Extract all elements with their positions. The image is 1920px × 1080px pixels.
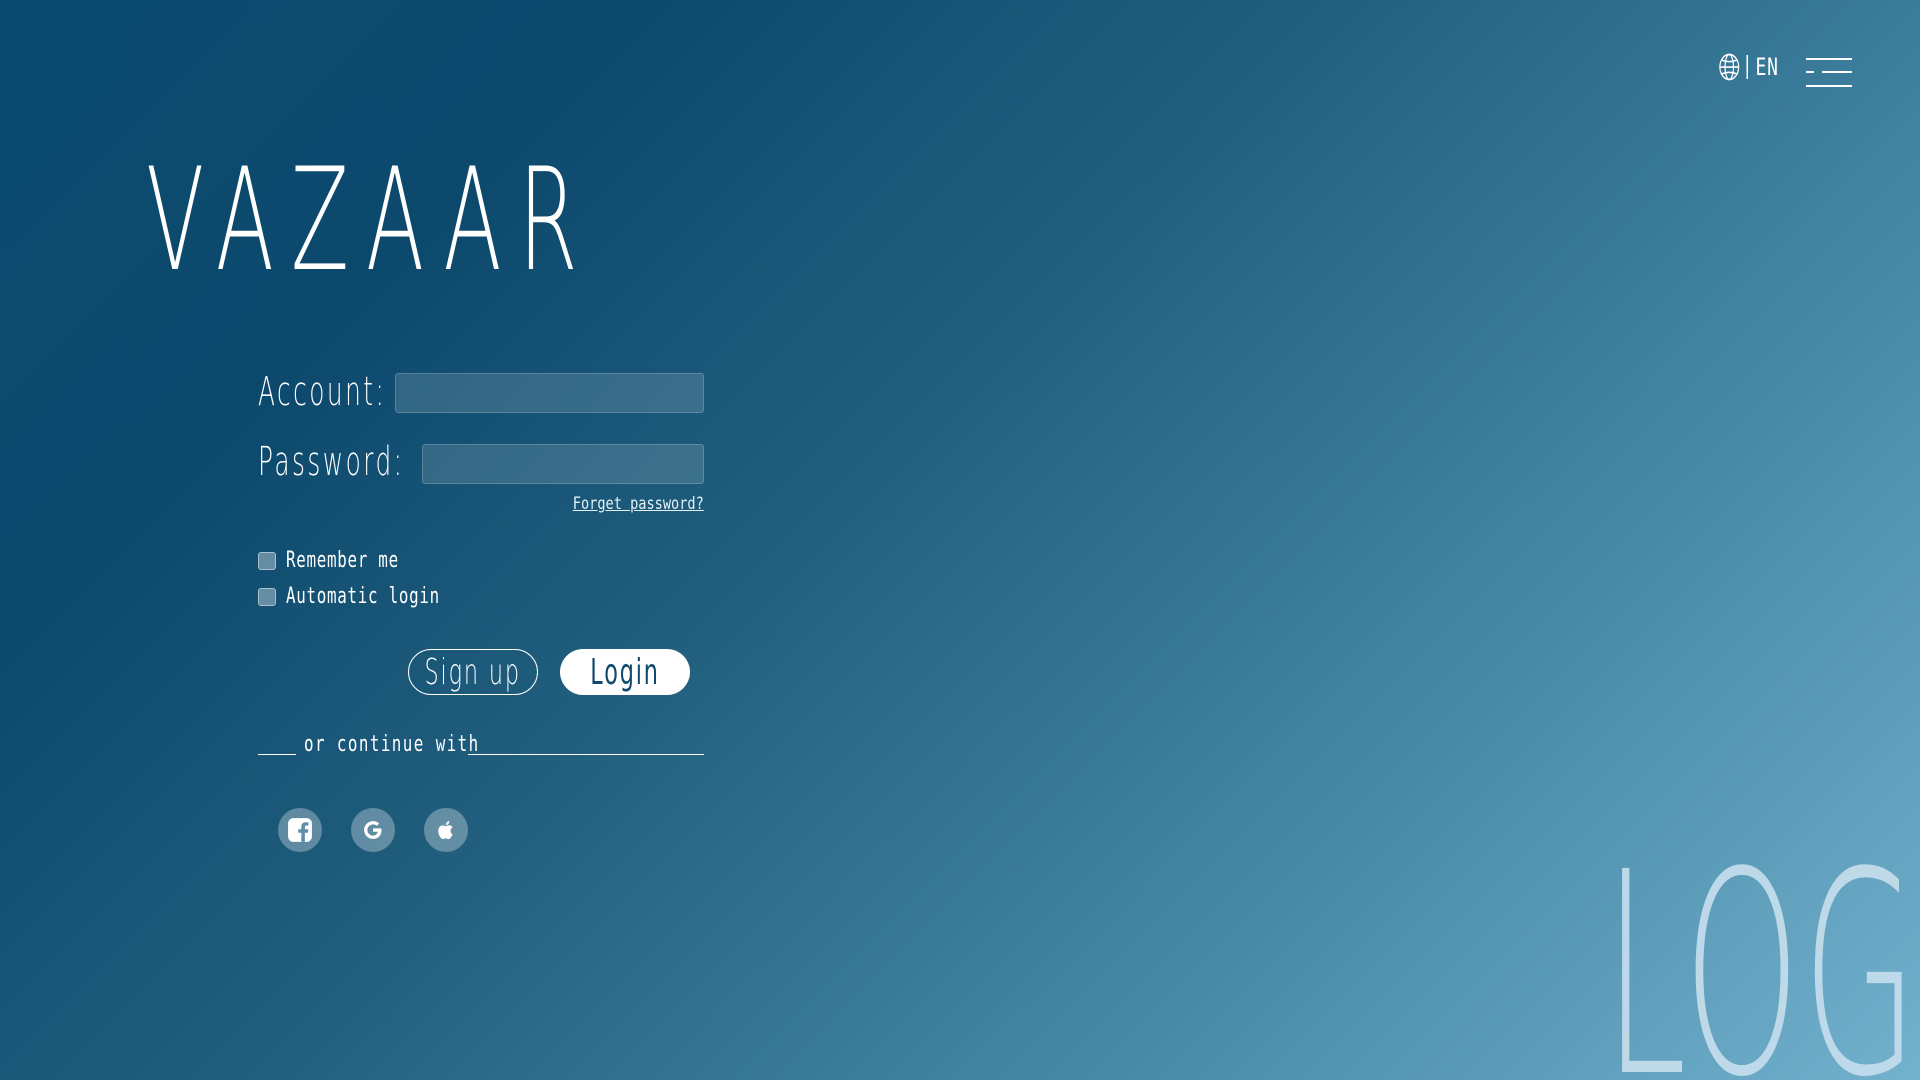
login-button[interactable]: Login (560, 649, 690, 695)
login-page: EN VAZAAR Account: Password: Forget pass… (0, 0, 1920, 1080)
google-login-button[interactable] (351, 808, 395, 852)
divider-line-right (468, 754, 704, 755)
sign-up-label: Sign up (424, 651, 522, 693)
top-controls: EN (1718, 52, 1799, 82)
divider-line-left (258, 754, 296, 755)
brand-logo: LOGO (1604, 813, 1920, 1080)
facebook-icon (288, 818, 312, 842)
hamburger-menu-icon[interactable] (1806, 58, 1852, 90)
account-input[interactable] (395, 373, 704, 413)
password-input[interactable] (422, 444, 704, 484)
automatic-login-checkbox-row[interactable]: Automatic login (258, 584, 500, 609)
language-switch[interactable]: EN (1718, 52, 1779, 82)
social-login-row (278, 808, 468, 852)
remember-me-checkbox-row[interactable]: Remember me (258, 548, 443, 573)
automatic-login-label: Automatic login (286, 584, 440, 609)
globe-icon (1719, 53, 1740, 81)
brand-title: VAZAAR (146, 138, 595, 303)
language-code: EN (1755, 53, 1779, 81)
continue-with-text: or continue with (304, 732, 480, 757)
automatic-login-checkbox[interactable] (258, 587, 276, 606)
facebook-login-button[interactable] (278, 808, 322, 852)
password-label: Password: (258, 439, 405, 485)
language-separator (1746, 55, 1748, 79)
apple-icon (438, 821, 453, 840)
continue-with-divider: or continue with (258, 732, 704, 762)
forgot-password-link[interactable]: Forget password? (573, 494, 704, 514)
account-label: Account: (258, 369, 387, 415)
login-label: Login (590, 651, 660, 693)
sign-up-button[interactable]: Sign up (408, 649, 538, 695)
google-icon (364, 821, 382, 839)
remember-me-checkbox[interactable] (258, 551, 276, 570)
remember-me-label: Remember me (286, 548, 399, 573)
apple-login-button[interactable] (424, 808, 468, 852)
